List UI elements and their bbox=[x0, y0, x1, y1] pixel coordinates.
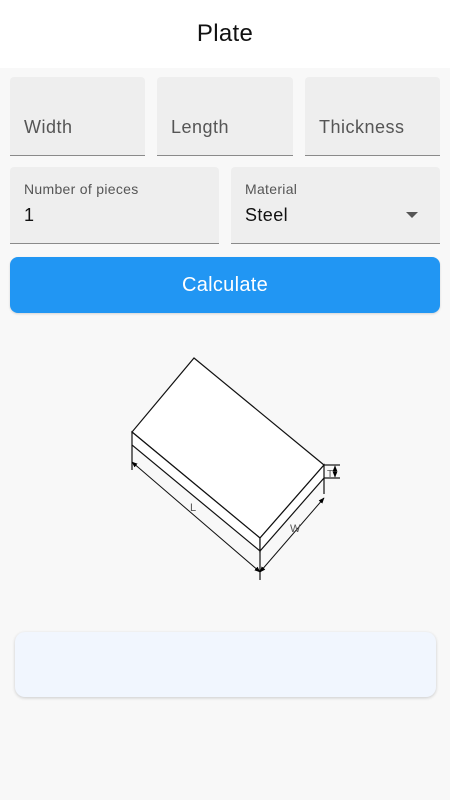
page-title: Plate bbox=[196, 20, 254, 47]
width-field[interactable]: Width bbox=[10, 77, 145, 156]
calculate-button[interactable]: Calculate bbox=[10, 257, 440, 313]
width-placeholder: Width bbox=[24, 117, 73, 137]
plate-diagram-svg: L W T bbox=[131, 357, 340, 580]
material-label: Material bbox=[245, 181, 298, 197]
plate-shape bbox=[131, 357, 340, 580]
material-dropdown[interactable]: Material Steel bbox=[231, 167, 440, 244]
pieces-value: 1 bbox=[24, 205, 35, 225]
thickness-field[interactable]: Thickness bbox=[305, 77, 440, 156]
length-dimension-label: L bbox=[190, 502, 196, 514]
thickness-dimension-label: T bbox=[327, 469, 333, 480]
length-field[interactable]: Length bbox=[157, 77, 293, 156]
pieces-field[interactable]: Number of pieces 1 bbox=[10, 167, 219, 244]
thickness-placeholder: Thickness bbox=[319, 117, 405, 137]
width-dimension-label: W bbox=[290, 523, 301, 535]
pieces-label: Number of pieces bbox=[24, 181, 139, 197]
length-placeholder: Length bbox=[171, 117, 230, 137]
dropdown-arrow-icon bbox=[406, 212, 418, 218]
calculate-button-label: Calculate bbox=[181, 273, 269, 296]
material-value: Steel bbox=[245, 205, 289, 225]
app-bar: Plate bbox=[0, 0, 450, 68]
result-card bbox=[15, 632, 436, 697]
plate-diagram: L W T bbox=[110, 348, 350, 588]
